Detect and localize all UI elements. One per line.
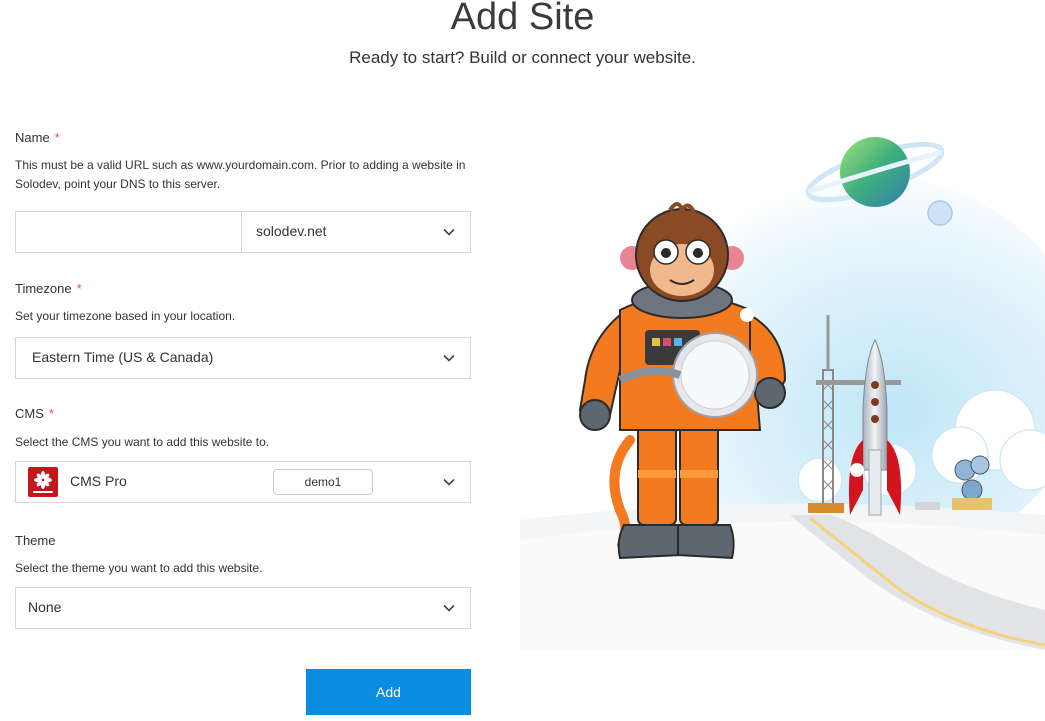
theme-select-value: None (28, 599, 62, 615)
chevron-down-icon (443, 228, 455, 236)
domain-select[interactable]: solodev.net (243, 212, 470, 252)
cms-label: CMS * (15, 406, 54, 421)
astronaut-monkey-illustration (520, 137, 1045, 650)
chevron-down-icon (443, 604, 455, 612)
name-label: Name * (15, 130, 60, 145)
theme-select[interactable]: None (15, 587, 471, 629)
name-field-group: solodev.net (15, 211, 471, 253)
add-button[interactable]: Add (306, 669, 471, 715)
cms-select[interactable]: CMS Pro demo1 (15, 461, 471, 503)
cms-help: Select the CMS you want to add this webs… (15, 435, 270, 449)
timezone-help: Set your timezone based in your location… (15, 309, 236, 323)
required-mark: * (54, 130, 60, 145)
name-input[interactable] (16, 212, 242, 252)
theme-help: Select the theme you want to add this we… (15, 561, 263, 575)
page-title: Add Site (450, 0, 595, 38)
chevron-down-icon (443, 354, 455, 362)
timezone-select[interactable]: Eastern Time (US & Canada) (15, 337, 471, 379)
domain-select-value: solodev.net (256, 223, 327, 239)
cms-select-value: CMS Pro (70, 473, 127, 489)
required-mark: * (48, 406, 54, 421)
theme-label: Theme (15, 533, 56, 548)
timezone-label: Timezone * (15, 281, 82, 296)
page-subtitle: Ready to start? Build or connect your we… (349, 48, 696, 67)
solodev-logo-icon (28, 467, 58, 497)
required-mark: * (76, 281, 82, 296)
cms-badge: demo1 (273, 469, 373, 495)
name-help: This must be a valid URL such as www.you… (15, 158, 466, 191)
chevron-down-icon (443, 478, 455, 486)
timezone-select-value: Eastern Time (US & Canada) (32, 349, 214, 365)
